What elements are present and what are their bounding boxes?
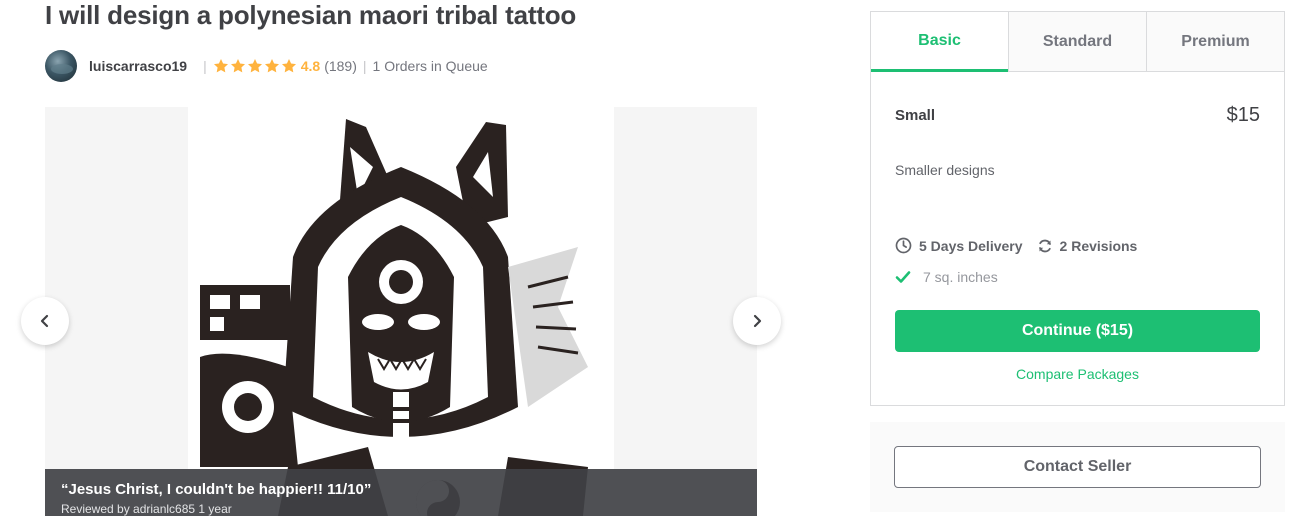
gig-gallery: “Jesus Christ, I couldn't be happier!! 1…	[45, 107, 757, 516]
package-header: Small $15	[895, 104, 1260, 127]
compare-packages-link[interactable]: Compare Packages	[895, 366, 1260, 382]
refresh-icon	[1038, 239, 1051, 252]
chevron-right-icon	[753, 314, 762, 328]
gig-title: I will design a polynesian maori tribal …	[45, 0, 577, 30]
seller-overview: luiscarrasco19 | 4.8 (189) | 1 Orders in…	[45, 50, 488, 82]
package-tabs: Basic Standard Premium	[871, 12, 1284, 72]
continue-button[interactable]: Continue ($15)	[895, 310, 1260, 352]
package-feature: 7 sq. inches	[895, 269, 998, 285]
package-price: $15	[1226, 104, 1260, 126]
clock-icon	[895, 237, 912, 254]
gallery-next-button[interactable]	[733, 297, 781, 345]
revisions-label: 2 Revisions	[1059, 237, 1138, 254]
orders-in-queue: 1 Orders in Queue	[372, 58, 488, 74]
chevron-left-icon	[40, 314, 49, 328]
contact-card: Contact Seller	[870, 422, 1285, 512]
star-icon	[230, 59, 245, 73]
separator: |	[203, 58, 207, 74]
package-meta: 5 Days Delivery 2 Revisions	[895, 237, 1151, 254]
contact-seller-button[interactable]: Contact Seller	[894, 446, 1261, 488]
seller-avatar[interactable]	[45, 50, 77, 82]
reviewer-info: Reviewed by adrianlc685 1 year	[61, 502, 232, 516]
package-name: Small	[895, 107, 936, 124]
review-quote-bar: “Jesus Christ, I couldn't be happier!! 1…	[45, 469, 757, 516]
review-quote: “Jesus Christ, I couldn't be happier!! 1…	[61, 481, 372, 498]
rating-score: 4.8	[300, 58, 321, 74]
star-icon	[247, 59, 262, 73]
rating-stars	[213, 58, 297, 74]
review-count[interactable]: (189)	[324, 58, 357, 74]
star-icon	[281, 59, 296, 73]
delivery-label: 5 Days Delivery	[919, 237, 1023, 254]
revisions: 2 Revisions	[1037, 237, 1138, 254]
tattoo-artwork-image[interactable]	[188, 107, 614, 516]
seller-username[interactable]: luiscarrasco19	[89, 58, 187, 74]
package-card: Basic Standard Premium Small $15 Smaller…	[870, 11, 1285, 406]
check-icon	[895, 271, 911, 283]
tattoo-artwork	[188, 107, 614, 516]
star-icon	[213, 59, 228, 73]
gallery-prev-button[interactable]	[21, 297, 69, 345]
tab-premium[interactable]: Premium	[1146, 12, 1284, 71]
feature-label: 7 sq. inches	[923, 269, 998, 285]
star-icon	[264, 59, 279, 73]
tab-basic[interactable]: Basic	[871, 12, 1008, 72]
tab-standard[interactable]: Standard	[1008, 12, 1146, 71]
separator: |	[362, 58, 367, 74]
package-description: Smaller designs	[895, 162, 995, 178]
delivery-time: 5 Days Delivery	[895, 237, 1023, 254]
